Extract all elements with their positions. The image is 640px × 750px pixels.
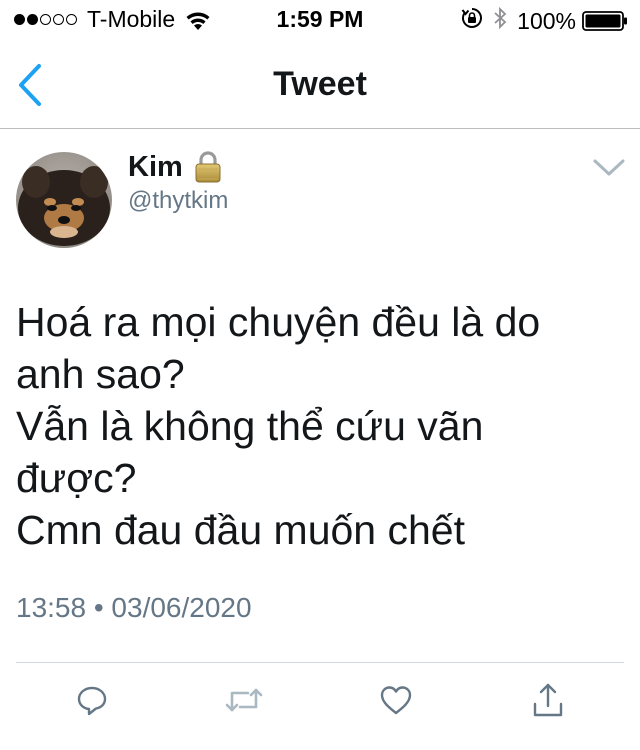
share-icon xyxy=(533,683,563,717)
rotation-lock-icon xyxy=(461,7,483,35)
tweet-action-bar xyxy=(0,680,640,730)
tweet-text-line: Hoá ra mọi chuyện đều là do xyxy=(16,299,541,345)
more-options-button[interactable] xyxy=(592,156,626,180)
tweet-timestamp: 13:58 • 03/06/2020 xyxy=(16,592,252,623)
status-right: 100% xyxy=(461,6,628,36)
divider xyxy=(16,662,624,663)
status-bar: T-Mobile 1:59 PM 100% xyxy=(0,0,640,40)
battery-icon xyxy=(582,10,628,32)
bluetooth-icon xyxy=(493,6,507,36)
author-handle[interactable]: @thytkim xyxy=(128,187,228,215)
tweet-text-line: Cmn đau đầu muốn chết xyxy=(16,507,465,553)
share-button[interactable] xyxy=(528,680,568,720)
like-button[interactable] xyxy=(376,680,416,720)
tweet-text-line: anh sao? xyxy=(16,351,185,397)
avatar[interactable] xyxy=(16,152,112,248)
retweet-icon xyxy=(225,688,263,712)
heart-icon xyxy=(380,686,412,715)
reply-button[interactable] xyxy=(72,680,112,720)
chevron-down-icon xyxy=(593,159,625,176)
author-display-name[interactable]: Kim xyxy=(128,151,183,184)
reply-icon xyxy=(77,686,107,716)
padlock-icon xyxy=(193,150,223,184)
tweet-text: Hoá ra mọi chuyện đều là do anh sao? Vẫn… xyxy=(16,296,624,556)
page-title: Tweet xyxy=(273,65,367,103)
battery-percentage: 100% xyxy=(517,7,576,34)
retweet-button[interactable] xyxy=(224,680,264,720)
tweet-text-line: được? xyxy=(16,455,137,501)
navigation-bar: Tweet xyxy=(0,40,640,129)
tweet-text-line: Vẫn là không thể cứu vãn xyxy=(16,403,484,449)
author-name-row: Kim xyxy=(128,150,223,184)
